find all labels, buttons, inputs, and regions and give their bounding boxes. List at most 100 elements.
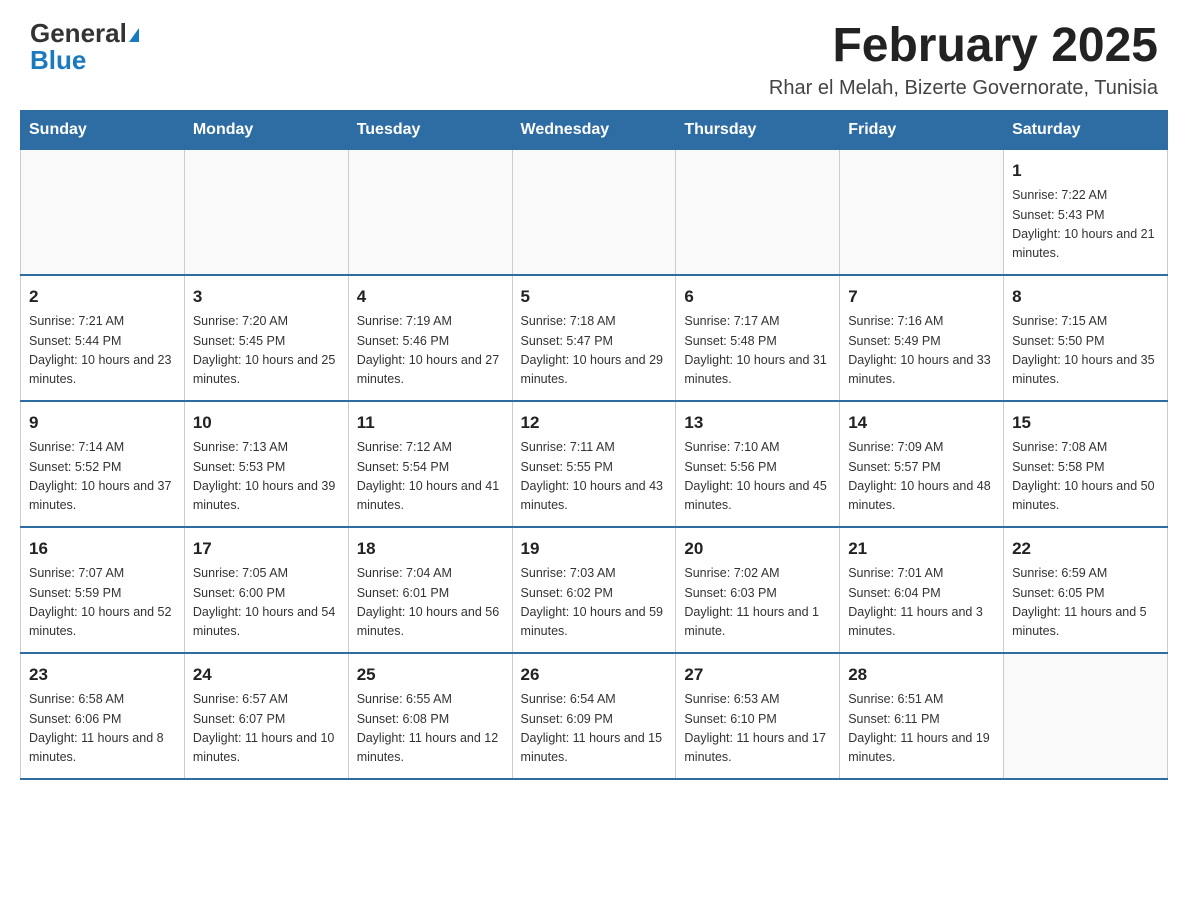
weekday-header-monday: Monday bbox=[184, 110, 348, 149]
day-number: 8 bbox=[1012, 284, 1159, 310]
day-info: Sunrise: 6:51 AMSunset: 6:11 PMDaylight:… bbox=[848, 690, 995, 768]
week-row-3: 9Sunrise: 7:14 AMSunset: 5:52 PMDaylight… bbox=[21, 401, 1168, 527]
day-info: Sunrise: 7:03 AMSunset: 6:02 PMDaylight:… bbox=[521, 564, 668, 642]
day-number: 10 bbox=[193, 410, 340, 436]
week-row-5: 23Sunrise: 6:58 AMSunset: 6:06 PMDayligh… bbox=[21, 653, 1168, 779]
calendar-cell: 28Sunrise: 6:51 AMSunset: 6:11 PMDayligh… bbox=[840, 653, 1004, 779]
day-number: 23 bbox=[29, 662, 176, 688]
logo-triangle-icon bbox=[129, 28, 139, 42]
day-info: Sunrise: 7:19 AMSunset: 5:46 PMDaylight:… bbox=[357, 312, 504, 390]
calendar-table: SundayMondayTuesdayWednesdayThursdayFrid… bbox=[20, 110, 1168, 780]
day-info: Sunrise: 7:21 AMSunset: 5:44 PMDaylight:… bbox=[29, 312, 176, 390]
logo-blue-text: Blue bbox=[30, 45, 86, 75]
day-info: Sunrise: 7:10 AMSunset: 5:56 PMDaylight:… bbox=[684, 438, 831, 516]
day-info: Sunrise: 7:14 AMSunset: 5:52 PMDaylight:… bbox=[29, 438, 176, 516]
day-info: Sunrise: 7:11 AMSunset: 5:55 PMDaylight:… bbox=[521, 438, 668, 516]
calendar-cell: 17Sunrise: 7:05 AMSunset: 6:00 PMDayligh… bbox=[184, 527, 348, 653]
calendar-cell: 10Sunrise: 7:13 AMSunset: 5:53 PMDayligh… bbox=[184, 401, 348, 527]
weekday-header-saturday: Saturday bbox=[1004, 110, 1168, 149]
calendar-wrapper: SundayMondayTuesdayWednesdayThursdayFrid… bbox=[0, 110, 1188, 800]
calendar-cell: 1Sunrise: 7:22 AMSunset: 5:43 PMDaylight… bbox=[1004, 149, 1168, 275]
week-row-4: 16Sunrise: 7:07 AMSunset: 5:59 PMDayligh… bbox=[21, 527, 1168, 653]
day-number: 22 bbox=[1012, 536, 1159, 562]
calendar-cell: 9Sunrise: 7:14 AMSunset: 5:52 PMDaylight… bbox=[21, 401, 185, 527]
calendar-cell: 23Sunrise: 6:58 AMSunset: 6:06 PMDayligh… bbox=[21, 653, 185, 779]
weekday-header-row: SundayMondayTuesdayWednesdayThursdayFrid… bbox=[21, 110, 1168, 149]
day-number: 9 bbox=[29, 410, 176, 436]
day-info: Sunrise: 7:07 AMSunset: 5:59 PMDaylight:… bbox=[29, 564, 176, 642]
day-number: 6 bbox=[684, 284, 831, 310]
calendar-cell bbox=[21, 149, 185, 275]
day-number: 17 bbox=[193, 536, 340, 562]
weekday-header-sunday: Sunday bbox=[21, 110, 185, 149]
calendar-cell: 21Sunrise: 7:01 AMSunset: 6:04 PMDayligh… bbox=[840, 527, 1004, 653]
calendar-cell: 20Sunrise: 7:02 AMSunset: 6:03 PMDayligh… bbox=[676, 527, 840, 653]
calendar-subtitle: Rhar el Melah, Bizerte Governorate, Tuni… bbox=[769, 77, 1158, 100]
calendar-title: February 2025 bbox=[769, 20, 1158, 73]
day-info: Sunrise: 6:54 AMSunset: 6:09 PMDaylight:… bbox=[521, 690, 668, 768]
calendar-cell: 7Sunrise: 7:16 AMSunset: 5:49 PMDaylight… bbox=[840, 275, 1004, 401]
day-number: 12 bbox=[521, 410, 668, 436]
weekday-header-wednesday: Wednesday bbox=[512, 110, 676, 149]
calendar-cell: 5Sunrise: 7:18 AMSunset: 5:47 PMDaylight… bbox=[512, 275, 676, 401]
calendar-cell: 6Sunrise: 7:17 AMSunset: 5:48 PMDaylight… bbox=[676, 275, 840, 401]
day-info: Sunrise: 6:59 AMSunset: 6:05 PMDaylight:… bbox=[1012, 564, 1159, 642]
day-info: Sunrise: 7:01 AMSunset: 6:04 PMDaylight:… bbox=[848, 564, 995, 642]
calendar-cell: 4Sunrise: 7:19 AMSunset: 5:46 PMDaylight… bbox=[348, 275, 512, 401]
day-number: 15 bbox=[1012, 410, 1159, 436]
calendar-cell: 27Sunrise: 6:53 AMSunset: 6:10 PMDayligh… bbox=[676, 653, 840, 779]
day-info: Sunrise: 7:15 AMSunset: 5:50 PMDaylight:… bbox=[1012, 312, 1159, 390]
calendar-cell: 12Sunrise: 7:11 AMSunset: 5:55 PMDayligh… bbox=[512, 401, 676, 527]
calendar-cell: 24Sunrise: 6:57 AMSunset: 6:07 PMDayligh… bbox=[184, 653, 348, 779]
day-info: Sunrise: 7:02 AMSunset: 6:03 PMDaylight:… bbox=[684, 564, 831, 642]
day-info: Sunrise: 7:05 AMSunset: 6:00 PMDaylight:… bbox=[193, 564, 340, 642]
day-number: 27 bbox=[684, 662, 831, 688]
calendar-cell: 25Sunrise: 6:55 AMSunset: 6:08 PMDayligh… bbox=[348, 653, 512, 779]
calendar-cell: 11Sunrise: 7:12 AMSunset: 5:54 PMDayligh… bbox=[348, 401, 512, 527]
calendar-cell bbox=[1004, 653, 1168, 779]
day-number: 21 bbox=[848, 536, 995, 562]
calendar-cell bbox=[184, 149, 348, 275]
day-info: Sunrise: 7:16 AMSunset: 5:49 PMDaylight:… bbox=[848, 312, 995, 390]
day-info: Sunrise: 7:17 AMSunset: 5:48 PMDaylight:… bbox=[684, 312, 831, 390]
day-info: Sunrise: 7:09 AMSunset: 5:57 PMDaylight:… bbox=[848, 438, 995, 516]
calendar-cell: 13Sunrise: 7:10 AMSunset: 5:56 PMDayligh… bbox=[676, 401, 840, 527]
calendar-cell: 26Sunrise: 6:54 AMSunset: 6:09 PMDayligh… bbox=[512, 653, 676, 779]
calendar-cell bbox=[512, 149, 676, 275]
calendar-cell: 14Sunrise: 7:09 AMSunset: 5:57 PMDayligh… bbox=[840, 401, 1004, 527]
logo-bottom: Blue bbox=[30, 47, 86, 74]
day-info: Sunrise: 7:04 AMSunset: 6:01 PMDaylight:… bbox=[357, 564, 504, 642]
day-number: 14 bbox=[848, 410, 995, 436]
day-info: Sunrise: 7:13 AMSunset: 5:53 PMDaylight:… bbox=[193, 438, 340, 516]
day-number: 5 bbox=[521, 284, 668, 310]
day-number: 28 bbox=[848, 662, 995, 688]
calendar-cell: 3Sunrise: 7:20 AMSunset: 5:45 PMDaylight… bbox=[184, 275, 348, 401]
day-info: Sunrise: 6:55 AMSunset: 6:08 PMDaylight:… bbox=[357, 690, 504, 768]
day-number: 26 bbox=[521, 662, 668, 688]
logo-top: General bbox=[30, 20, 139, 47]
week-row-2: 2Sunrise: 7:21 AMSunset: 5:44 PMDaylight… bbox=[21, 275, 1168, 401]
day-number: 4 bbox=[357, 284, 504, 310]
calendar-cell bbox=[676, 149, 840, 275]
calendar-cell: 18Sunrise: 7:04 AMSunset: 6:01 PMDayligh… bbox=[348, 527, 512, 653]
title-section: February 2025 Rhar el Melah, Bizerte Gov… bbox=[769, 20, 1158, 100]
day-number: 3 bbox=[193, 284, 340, 310]
day-info: Sunrise: 6:57 AMSunset: 6:07 PMDaylight:… bbox=[193, 690, 340, 768]
day-number: 13 bbox=[684, 410, 831, 436]
day-info: Sunrise: 7:18 AMSunset: 5:47 PMDaylight:… bbox=[521, 312, 668, 390]
day-info: Sunrise: 6:58 AMSunset: 6:06 PMDaylight:… bbox=[29, 690, 176, 768]
day-number: 16 bbox=[29, 536, 176, 562]
day-info: Sunrise: 7:08 AMSunset: 5:58 PMDaylight:… bbox=[1012, 438, 1159, 516]
calendar-cell: 22Sunrise: 6:59 AMSunset: 6:05 PMDayligh… bbox=[1004, 527, 1168, 653]
logo: General Blue bbox=[30, 20, 139, 74]
day-number: 1 bbox=[1012, 158, 1159, 184]
calendar-cell bbox=[840, 149, 1004, 275]
weekday-header-tuesday: Tuesday bbox=[348, 110, 512, 149]
day-number: 20 bbox=[684, 536, 831, 562]
calendar-cell: 16Sunrise: 7:07 AMSunset: 5:59 PMDayligh… bbox=[21, 527, 185, 653]
day-info: Sunrise: 6:53 AMSunset: 6:10 PMDaylight:… bbox=[684, 690, 831, 768]
day-number: 7 bbox=[848, 284, 995, 310]
calendar-cell: 19Sunrise: 7:03 AMSunset: 6:02 PMDayligh… bbox=[512, 527, 676, 653]
day-info: Sunrise: 7:20 AMSunset: 5:45 PMDaylight:… bbox=[193, 312, 340, 390]
day-number: 2 bbox=[29, 284, 176, 310]
